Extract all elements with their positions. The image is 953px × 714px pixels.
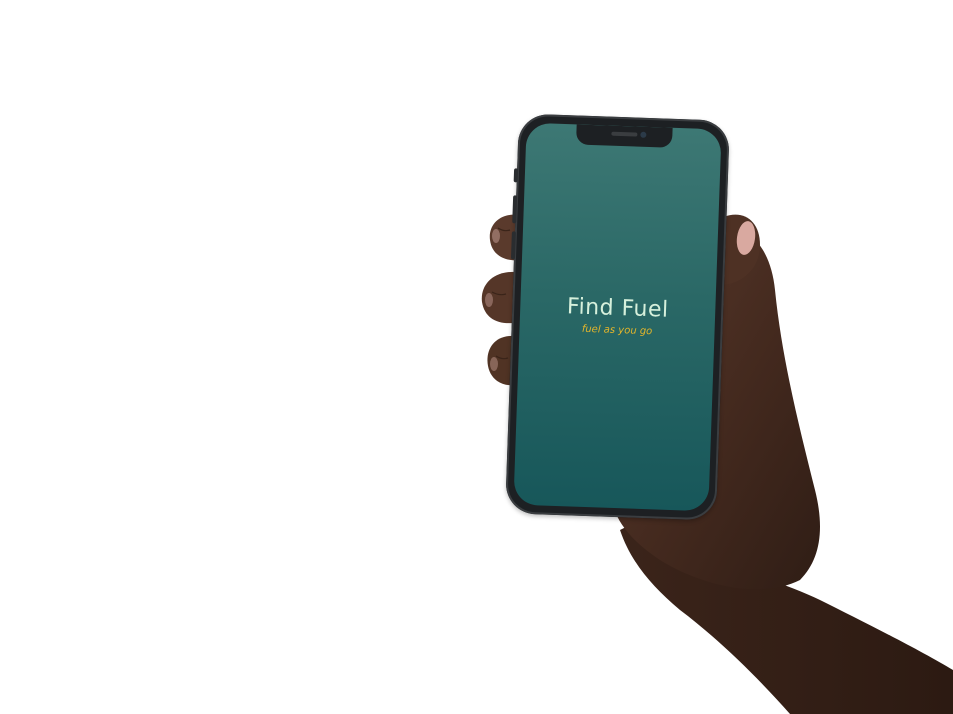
earpiece-speaker-icon	[610, 131, 637, 137]
notch	[575, 124, 673, 148]
phone-screen[interactable]: Find Fuel fuel as you go	[513, 122, 722, 512]
volume-up-button	[512, 195, 518, 224]
phone-device: Find Fuel fuel as you go	[505, 113, 730, 521]
home-indicator[interactable]	[576, 498, 646, 503]
mockup-stage: Find Fuel fuel as you go	[0, 0, 953, 714]
volume-down-button	[510, 231, 516, 260]
splash-content: Find Fuel fuel as you go	[519, 293, 715, 342]
app-title: Find Fuel	[566, 294, 669, 323]
mute-switch	[513, 168, 519, 183]
hand-illustration	[481, 214, 953, 714]
front-camera-icon	[639, 131, 646, 138]
